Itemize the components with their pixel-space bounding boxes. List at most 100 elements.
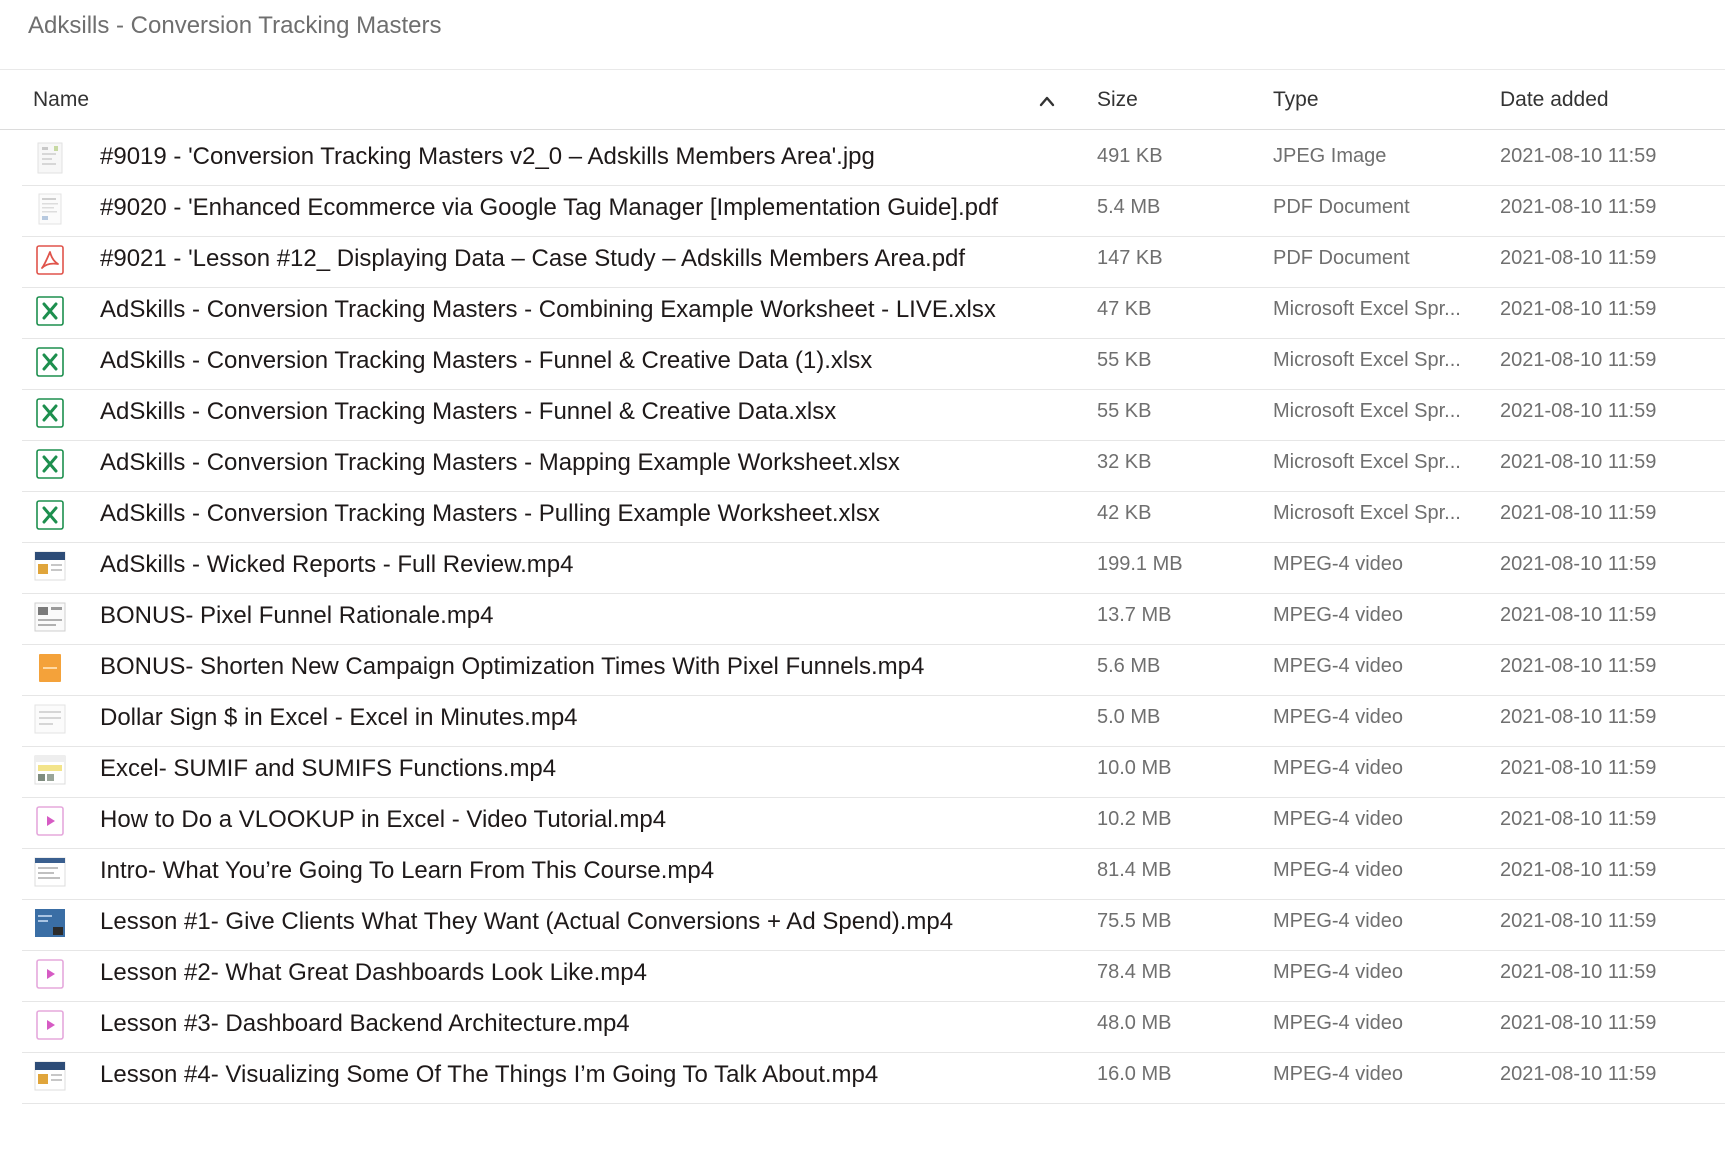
file-size: 147 KB bbox=[1097, 247, 1163, 269]
file-date-added: 2021-08-10 11:59 bbox=[1500, 400, 1657, 422]
file-row[interactable]: #9020 - 'Enhanced Ecommerce via Google T… bbox=[22, 181, 1725, 237]
file-row[interactable]: AdSkills - Conversion Tracking Masters -… bbox=[22, 385, 1725, 441]
video-thumbnail-icon bbox=[34, 856, 66, 888]
file-type: MPEG-4 video bbox=[1273, 961, 1404, 983]
file-size: 10.2 MB bbox=[1097, 808, 1172, 830]
file-size: 55 KB bbox=[1097, 349, 1152, 371]
file-name[interactable]: BONUS- Pixel Funnel Rationale.mp4 bbox=[100, 602, 494, 630]
file-type: MPEG-4 video bbox=[1273, 706, 1404, 728]
file-name[interactable]: AdSkills - Conversion Tracking Masters -… bbox=[100, 500, 880, 528]
file-size: 42 KB bbox=[1097, 502, 1152, 524]
file-type: MPEG-4 video bbox=[1273, 808, 1404, 830]
file-row[interactable]: BONUS- Shorten New Campaign Optimization… bbox=[22, 640, 1725, 696]
file-row[interactable]: Lesson #3- Dashboard Backend Architectur… bbox=[22, 997, 1725, 1053]
video-thumbnail-icon bbox=[34, 601, 66, 633]
file-row[interactable]: #9019 - 'Conversion Tracking Masters v2_… bbox=[22, 130, 1725, 186]
file-name[interactable]: AdSkills - Conversion Tracking Masters -… bbox=[100, 449, 900, 477]
file-row[interactable]: Lesson #2- What Great Dashboards Look Li… bbox=[22, 946, 1725, 1002]
file-type: MPEG-4 video bbox=[1273, 604, 1404, 626]
column-header-type[interactable]: Type bbox=[1273, 88, 1319, 112]
file-name[interactable]: How to Do a VLOOKUP in Excel - Video Tut… bbox=[100, 806, 666, 834]
video-thumbnail-icon bbox=[34, 754, 66, 786]
video-file-icon bbox=[34, 1009, 66, 1041]
file-type: MPEG-4 video bbox=[1273, 1063, 1404, 1085]
file-row[interactable]: Dollar Sign $ in Excel - Excel in Minute… bbox=[22, 691, 1725, 747]
file-name[interactable]: #9021 - 'Lesson #12_ Displaying Data – C… bbox=[100, 245, 965, 273]
file-type: Microsoft Excel Spr... bbox=[1273, 400, 1461, 422]
video-file-icon bbox=[34, 958, 66, 990]
video-thumbnail-icon bbox=[34, 907, 66, 939]
file-row[interactable]: BONUS- Pixel Funnel Rationale.mp4 13.7 MB… bbox=[22, 589, 1725, 645]
file-date-added: 2021-08-10 11:59 bbox=[1500, 196, 1657, 218]
file-date-added: 2021-08-10 11:59 bbox=[1500, 298, 1657, 320]
file-name[interactable]: Excel- SUMIF and SUMIFS Functions.mp4 bbox=[100, 755, 556, 783]
file-row[interactable]: Intro- What You’re Going To Learn From T… bbox=[22, 844, 1725, 900]
file-row[interactable]: AdSkills - Conversion Tracking Masters -… bbox=[22, 334, 1725, 390]
file-size: 81.4 MB bbox=[1097, 859, 1172, 881]
sort-ascending-icon[interactable] bbox=[1038, 94, 1056, 108]
file-name[interactable]: AdSkills - Conversion Tracking Masters -… bbox=[100, 398, 836, 426]
file-size: 13.7 MB bbox=[1097, 604, 1172, 626]
file-date-added: 2021-08-10 11:59 bbox=[1500, 655, 1657, 677]
file-type: Microsoft Excel Spr... bbox=[1273, 451, 1461, 473]
file-row[interactable]: Excel- SUMIF and SUMIFS Functions.mp4 10.… bbox=[22, 742, 1725, 798]
file-name[interactable]: AdSkills - Conversion Tracking Masters -… bbox=[100, 347, 872, 375]
file-name[interactable]: #9020 - 'Enhanced Ecommerce via Google T… bbox=[100, 194, 998, 222]
video-thumbnail-icon bbox=[34, 703, 66, 735]
file-size: 5.6 MB bbox=[1097, 655, 1161, 677]
excel-icon bbox=[34, 397, 66, 429]
column-header-size[interactable]: Size bbox=[1097, 88, 1138, 112]
file-row[interactable]: Lesson #1- Give Clients What They Want (… bbox=[22, 895, 1725, 951]
file-date-added: 2021-08-10 11:59 bbox=[1500, 349, 1657, 371]
file-type: PDF Document bbox=[1273, 247, 1410, 269]
file-date-added: 2021-08-10 11:59 bbox=[1500, 1012, 1657, 1034]
file-row[interactable]: AdSkills - Conversion Tracking Masters -… bbox=[22, 436, 1725, 492]
file-date-added: 2021-08-10 11:59 bbox=[1500, 961, 1657, 983]
file-date-added: 2021-08-10 11:59 bbox=[1500, 910, 1657, 932]
file-date-added: 2021-08-10 11:59 bbox=[1500, 808, 1657, 830]
file-size: 10.0 MB bbox=[1097, 757, 1172, 779]
file-name[interactable]: #9019 - 'Conversion Tracking Masters v2_… bbox=[100, 143, 875, 171]
file-date-added: 2021-08-10 11:59 bbox=[1500, 757, 1657, 779]
file-row[interactable]: AdSkills - Wicked Reports - Full Review.… bbox=[22, 538, 1725, 594]
excel-icon bbox=[34, 295, 66, 327]
file-name[interactable]: Intro- What You’re Going To Learn From T… bbox=[100, 857, 714, 885]
file-date-added: 2021-08-10 11:59 bbox=[1500, 451, 1657, 473]
image-thumbnail-icon bbox=[34, 142, 66, 174]
file-row[interactable]: How to Do a VLOOKUP in Excel - Video Tut… bbox=[22, 793, 1725, 849]
column-header-name[interactable]: Name bbox=[33, 88, 89, 112]
file-type: JPEG Image bbox=[1273, 145, 1387, 167]
file-date-added: 2021-08-10 11:59 bbox=[1500, 706, 1657, 728]
file-row[interactable]: #9021 - 'Lesson #12_ Displaying Data – C… bbox=[22, 232, 1725, 288]
file-date-added: 2021-08-10 11:59 bbox=[1500, 1063, 1657, 1085]
file-name[interactable]: Lesson #4- Visualizing Some Of The Thing… bbox=[100, 1061, 878, 1089]
file-size: 5.4 MB bbox=[1097, 196, 1161, 218]
file-size: 199.1 MB bbox=[1097, 553, 1183, 575]
video-thumbnail-icon bbox=[34, 1060, 66, 1092]
file-date-added: 2021-08-10 11:59 bbox=[1500, 247, 1657, 269]
file-size: 78.4 MB bbox=[1097, 961, 1172, 983]
file-name[interactable]: Lesson #3- Dashboard Backend Architectur… bbox=[100, 1010, 630, 1038]
file-type: MPEG-4 video bbox=[1273, 910, 1404, 932]
file-type: Microsoft Excel Spr... bbox=[1273, 502, 1461, 524]
file-date-added: 2021-08-10 11:59 bbox=[1500, 502, 1657, 524]
file-name[interactable]: BONUS- Shorten New Campaign Optimization… bbox=[100, 653, 924, 681]
video-file-icon bbox=[34, 805, 66, 837]
file-name[interactable]: Lesson #2- What Great Dashboards Look Li… bbox=[100, 959, 647, 987]
file-type: MPEG-4 video bbox=[1273, 859, 1404, 881]
file-row[interactable]: Lesson #4- Visualizing Some Of The Thing… bbox=[22, 1048, 1725, 1104]
column-header-date[interactable]: Date added bbox=[1500, 88, 1609, 112]
file-name[interactable]: AdSkills - Conversion Tracking Masters -… bbox=[100, 296, 996, 324]
folder-title: Adksills - Conversion Tracking Masters bbox=[28, 12, 442, 39]
file-name[interactable]: Dollar Sign $ in Excel - Excel in Minute… bbox=[100, 704, 578, 732]
file-type: MPEG-4 video bbox=[1273, 1012, 1404, 1034]
file-size: 5.0 MB bbox=[1097, 706, 1161, 728]
file-name[interactable]: Lesson #1- Give Clients What They Want (… bbox=[100, 908, 953, 936]
file-row[interactable]: AdSkills - Conversion Tracking Masters -… bbox=[22, 487, 1725, 543]
file-row[interactable]: AdSkills - Conversion Tracking Masters -… bbox=[22, 283, 1725, 339]
excel-icon bbox=[34, 346, 66, 378]
file-name[interactable]: AdSkills - Wicked Reports - Full Review.… bbox=[100, 551, 573, 579]
file-type: Microsoft Excel Spr... bbox=[1273, 298, 1461, 320]
excel-icon bbox=[34, 448, 66, 480]
video-thumbnail-icon bbox=[34, 652, 66, 684]
